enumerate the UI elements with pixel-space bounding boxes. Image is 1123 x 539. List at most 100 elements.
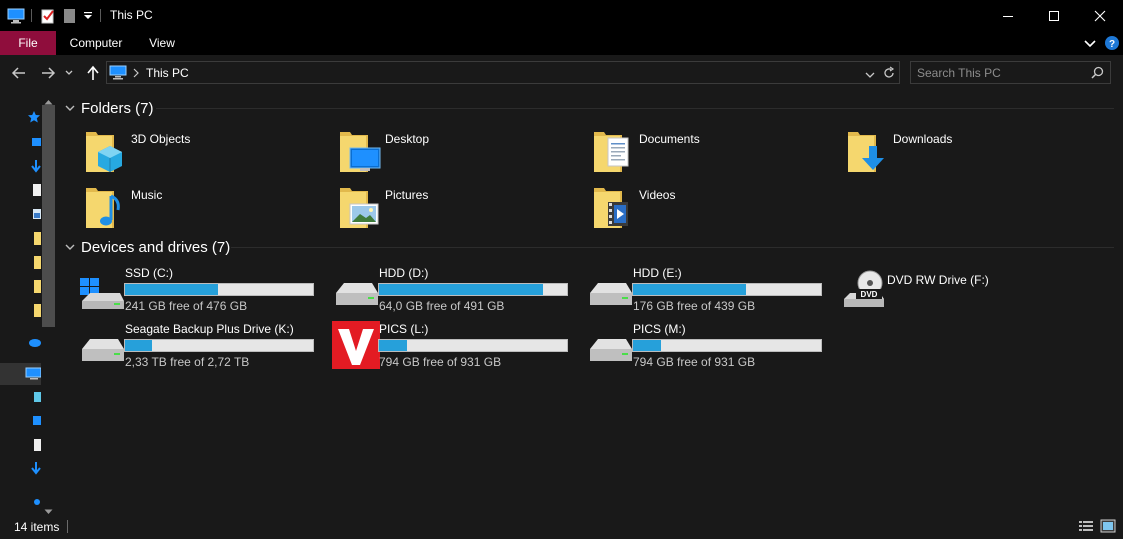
music-nav-icon[interactable] (27, 492, 41, 506)
tab-file[interactable]: File (0, 31, 56, 55)
drive-usage-bar (378, 283, 568, 296)
drive-name: DVD RW Drive (F:) (887, 273, 989, 287)
drive-item-hdd-e[interactable]: HDD (E:) 176 GB free of 439 GB (586, 265, 836, 313)
folder-name: Downloads (893, 132, 953, 146)
folder-nav-icon[interactable] (27, 279, 41, 293)
search-input[interactable] (917, 65, 1087, 80)
desktop-nav-icon[interactable] (27, 136, 41, 150)
folder-nav-icon[interactable] (27, 255, 41, 269)
expand-ribbon-chevron-icon[interactable] (1083, 37, 1097, 49)
close-button[interactable] (1077, 0, 1123, 31)
breadcrumb-chevron-icon[interactable] (132, 67, 140, 81)
address-bar[interactable]: This PC (106, 61, 900, 84)
item-count: 14 items (14, 520, 60, 534)
folder-name: Desktop (385, 132, 430, 146)
drive-name: HDD (D:) (379, 266, 429, 280)
drive-item-dvd-f[interactable]: DVD DVD RW Drive (F:) (840, 265, 1090, 313)
maximize-button[interactable] (1031, 0, 1077, 31)
desktop-nav-icon[interactable] (27, 414, 41, 428)
back-button[interactable] (9, 63, 29, 83)
minimize-button[interactable] (985, 0, 1031, 31)
pictures-nav-icon[interactable] (27, 207, 41, 221)
forward-button[interactable] (38, 63, 58, 83)
tab-view[interactable]: View (140, 31, 184, 55)
window-title: This PC (110, 8, 153, 22)
drive-usage-fill (379, 340, 407, 351)
up-button[interactable] (83, 63, 103, 83)
search-box[interactable] (910, 61, 1111, 84)
drives-group-header[interactable]: Devices and drives (7) (64, 237, 230, 257)
drive-usage-fill (633, 340, 661, 351)
folder-name: Videos (639, 188, 676, 202)
folder-name: Music (131, 188, 163, 202)
folder-item-desktop[interactable]: Desktop (338, 128, 578, 176)
help-icon[interactable]: ? (1104, 35, 1120, 51)
drive-item-hdd-d[interactable]: HDD (D:) 64,0 GB free of 491 GB (332, 265, 582, 313)
drive-item-ssd-c[interactable]: SSD (C:) 241 GB free of 476 GB (78, 265, 328, 313)
folder-name: 3D Objects (131, 132, 191, 146)
refresh-icon[interactable] (882, 66, 896, 83)
drive-free-space: 794 GB free of 931 GB (633, 355, 756, 369)
tab-computer[interactable]: Computer (62, 31, 130, 55)
drive-usage-bar (124, 283, 314, 296)
folder-item-3d-objects[interactable]: 3D Objects (84, 128, 324, 176)
customize-toolbar-chevron-icon[interactable] (83, 0, 93, 31)
quick-access-star-icon[interactable] (27, 110, 41, 124)
drive-item-seagate-k[interactable]: Seagate Backup Plus Drive (K:) 2,33 TB f… (78, 321, 328, 369)
drive-free-space: 241 GB free of 476 GB (125, 299, 248, 313)
scrollbar-thumb[interactable] (42, 105, 55, 327)
drive-free-space: 64,0 GB free of 491 GB (379, 299, 505, 313)
folders-group-header[interactable]: Folders (7) (64, 98, 154, 118)
folder-item-downloads[interactable]: Downloads (846, 128, 1086, 176)
address-toolbar: This PC (0, 55, 1123, 90)
drive-item-pics-m[interactable]: PICS (M:) 794 GB free of 931 GB (586, 321, 836, 369)
hard-drive-icon (590, 339, 632, 361)
folder-item-pictures[interactable]: Pictures (338, 184, 578, 232)
drive-usage-bar (378, 339, 568, 352)
recent-locations-chevron-icon[interactable] (62, 63, 76, 83)
drive-usage-bar (632, 283, 822, 296)
title-bar: This PC (0, 0, 1123, 31)
onedrive-cloud-icon[interactable] (27, 335, 41, 349)
windows-drive-icon (80, 278, 124, 309)
drive-item-pics-l[interactable]: PICS (L:) 794 GB free of 931 GB (332, 321, 582, 369)
downloads-nav-icon[interactable] (27, 462, 41, 476)
dvd-drive-icon: DVD (844, 270, 884, 307)
videos-icon (594, 188, 628, 228)
folder-item-videos[interactable]: Videos (592, 184, 832, 232)
breadcrumb[interactable]: This PC (146, 66, 189, 80)
navigation-pane-scrollbar[interactable] (41, 90, 56, 514)
new-folder-icon[interactable] (63, 0, 77, 31)
drive-usage-fill (125, 340, 152, 351)
title-separator (100, 9, 101, 22)
svg-text:?: ? (1109, 39, 1115, 50)
folder-name: Documents (639, 132, 700, 146)
this-pc-icon (109, 65, 127, 83)
drive-usage-bar (124, 339, 314, 352)
address-dropdown-chevron-icon[interactable] (865, 68, 875, 82)
search-icon[interactable] (1091, 66, 1104, 82)
documents-icon (594, 132, 629, 172)
drive-name: PICS (L:) (379, 322, 429, 336)
this-pc-app-icon[interactable] (7, 0, 25, 31)
drive-free-space: 794 GB free of 931 GB (379, 355, 502, 369)
documents-nav-icon[interactable] (27, 438, 41, 452)
3d-objects-nav-icon[interactable] (27, 390, 41, 404)
drive-free-space: 176 GB free of 439 GB (633, 299, 756, 313)
downloads-icon (848, 132, 884, 172)
properties-icon[interactable] (40, 0, 56, 31)
details-view-icon[interactable] (1079, 520, 1093, 536)
large-icons-view-icon[interactable] (1100, 519, 1116, 536)
folder-item-documents[interactable]: Documents (592, 128, 832, 176)
folder-item-music[interactable]: Music (84, 184, 324, 232)
3d-objects-icon (86, 132, 122, 172)
downloads-nav-icon[interactable] (27, 160, 41, 174)
vivaldi-logo-icon (332, 321, 380, 369)
folder-nav-icon[interactable] (27, 303, 41, 317)
collapse-chevron-icon[interactable] (64, 102, 76, 114)
music-icon (86, 188, 120, 228)
folder-nav-icon[interactable] (27, 231, 41, 245)
nav-item-this-pc-selected[interactable] (0, 363, 41, 385)
collapse-chevron-icon[interactable] (64, 241, 76, 253)
documents-nav-icon[interactable] (27, 183, 41, 197)
